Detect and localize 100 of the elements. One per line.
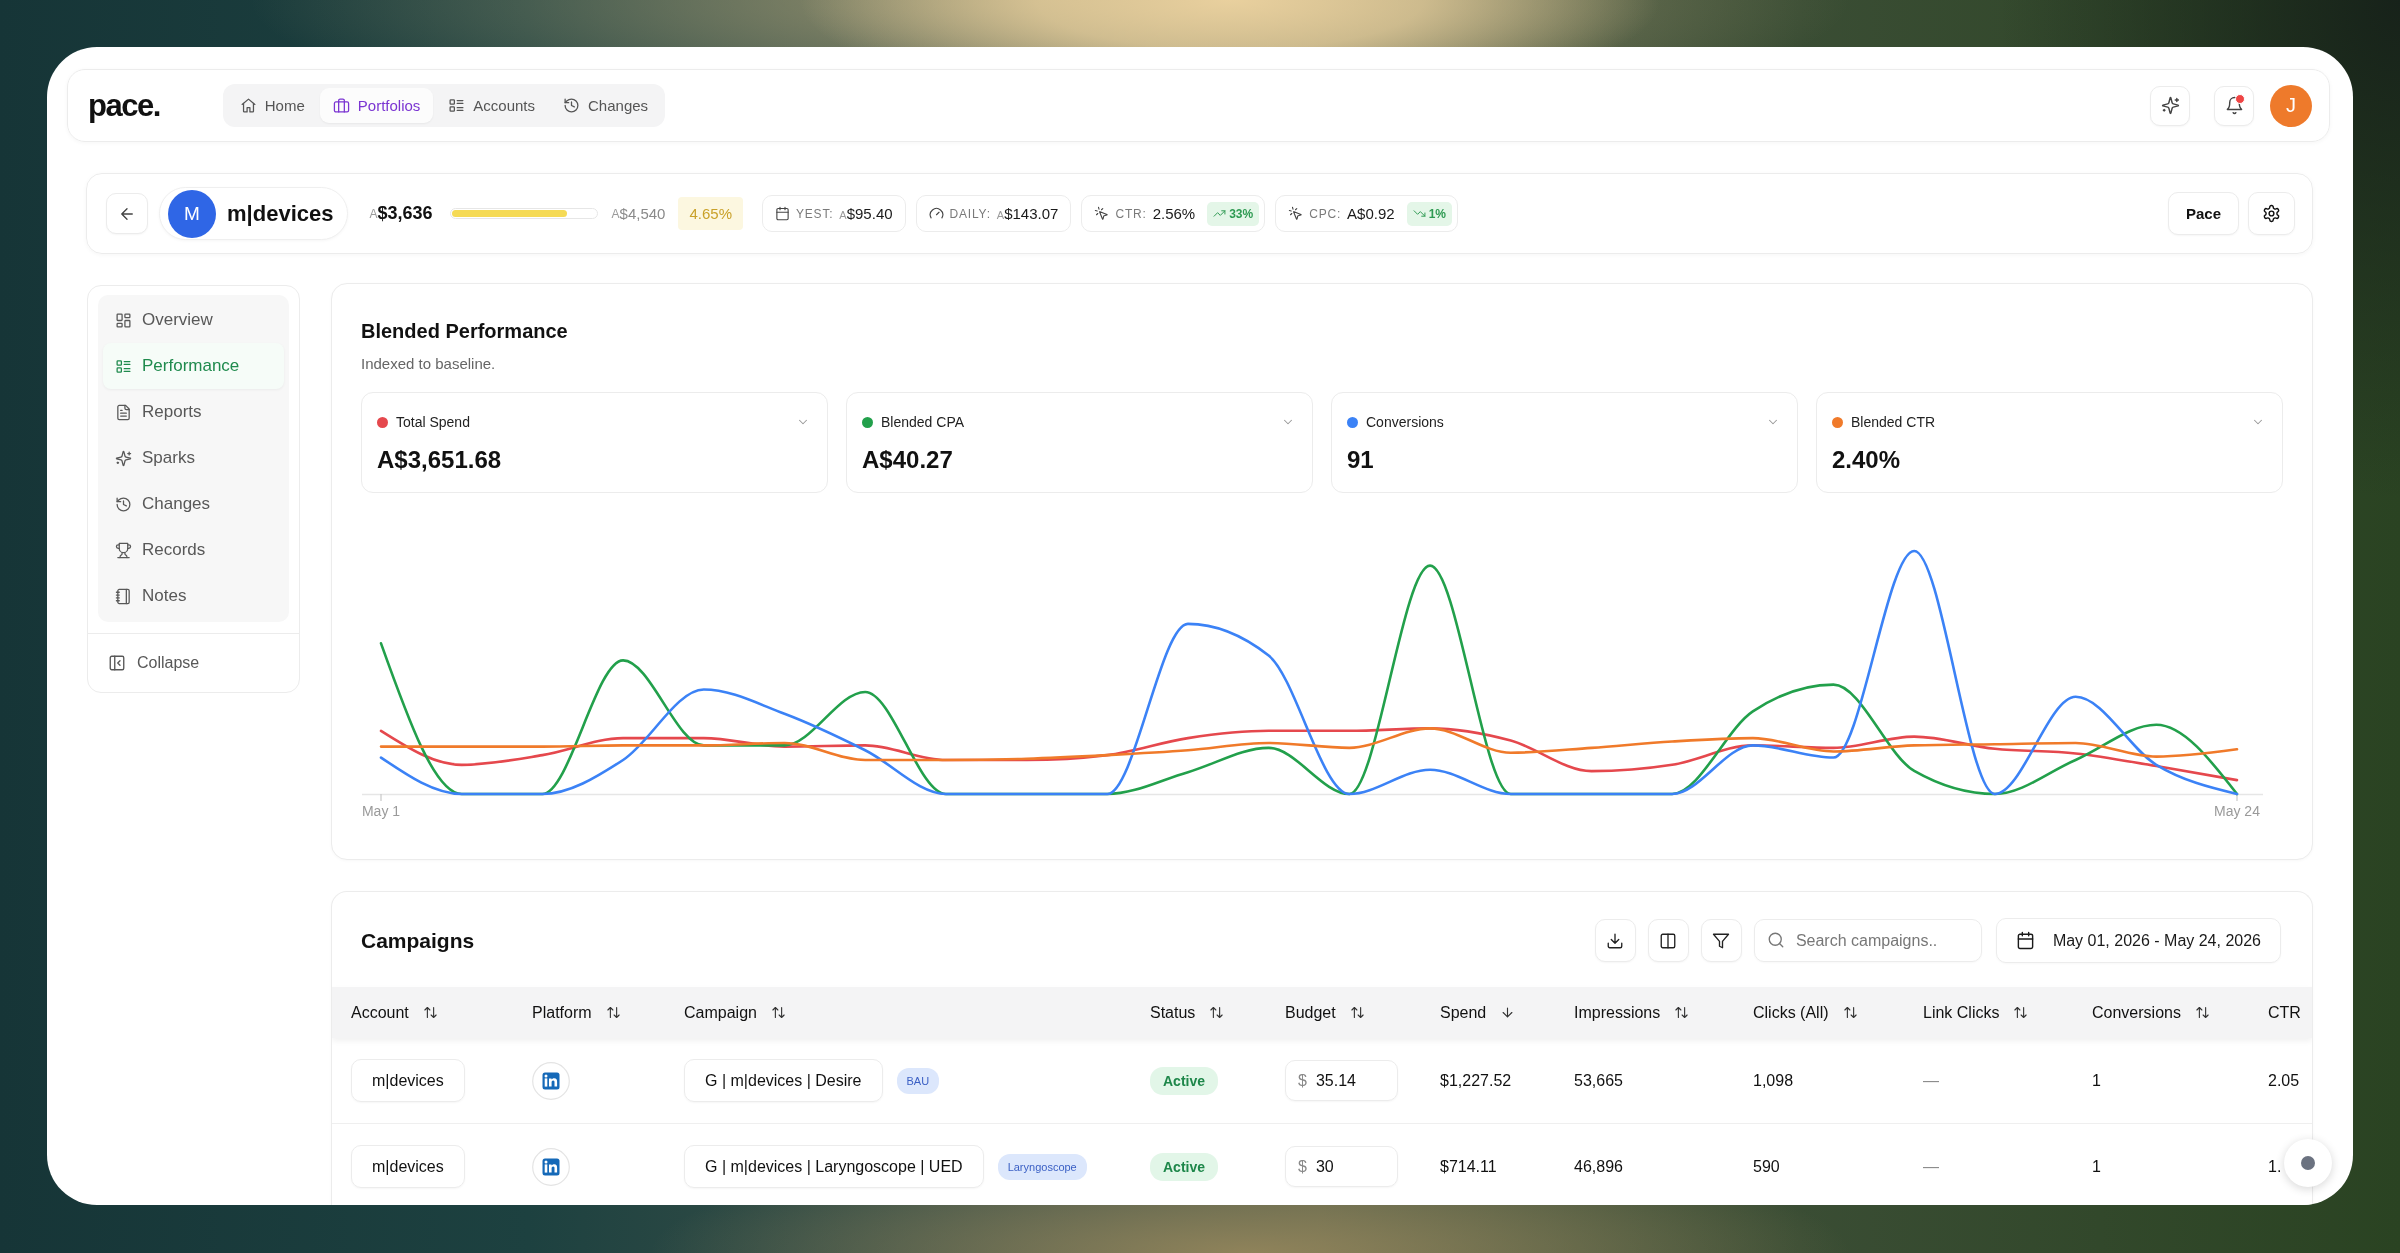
list-icon [448, 97, 466, 114]
column-header[interactable]: Spend [1440, 1003, 1516, 1022]
section-title: Campaigns [361, 928, 475, 953]
table-cell: — [1923, 1071, 1939, 1090]
stat-label: CPC: [1309, 206, 1342, 221]
table-cell: 1,098 [1753, 1071, 1794, 1090]
trend-up-icon [1213, 207, 1227, 220]
table-cell: — [1923, 1157, 1939, 1176]
download-icon [1606, 931, 1625, 950]
table-cell: 1. [2268, 1157, 2282, 1176]
stat-value: $95.40 [846, 205, 893, 222]
sidebar-item[interactable]: Records [103, 527, 284, 573]
sidebar-item[interactable]: Performance [103, 343, 284, 389]
campaign-name[interactable]: G | m|devices | Laryngoscope | UED [684, 1145, 984, 1188]
stat-label: DAILY: [949, 206, 991, 221]
briefcase-icon [332, 97, 350, 114]
budget-field[interactable]: $ 35.14 [1285, 1060, 1398, 1101]
stat-label: CTR: [1115, 206, 1147, 221]
table-cell: $714.11 [1440, 1157, 1497, 1176]
sidebar-item[interactable]: Notes [103, 573, 284, 619]
metric-label: Blended CTR [1851, 414, 1936, 430]
column-header[interactable]: Impressions [1574, 1003, 1690, 1022]
axis-label: May 1 [361, 803, 401, 819]
collapse-button[interactable]: Collapse [88, 633, 299, 692]
currency-prefix: A [839, 209, 847, 221]
campaign-tag: BAU [896, 1067, 940, 1094]
table-cell: 2.05 [2268, 1071, 2300, 1090]
sort-icon [1209, 1005, 1225, 1020]
gauge-icon [928, 206, 944, 221]
document-icon [115, 403, 132, 421]
column-header[interactable]: Account [351, 1003, 438, 1022]
column-header[interactable]: CTR [2268, 1003, 2301, 1022]
pace-button[interactable]: Pace [2167, 192, 2239, 235]
download-button[interactable] [1594, 919, 1636, 962]
metric-card[interactable]: Blended CTR 2.40% [1816, 392, 2283, 493]
back-button[interactable] [106, 193, 148, 234]
columns-button[interactable] [1647, 919, 1689, 962]
column-header[interactable]: Clicks (All) [1753, 1003, 1858, 1022]
portfolio-selector[interactable]: M m|devices [159, 187, 349, 240]
sort-icon [770, 1005, 786, 1020]
sidebar-item[interactable]: Reports [103, 389, 284, 435]
logo[interactable]: pace. [88, 90, 160, 121]
sidebar-item[interactable]: Sparks [103, 435, 284, 481]
list-icon [115, 357, 132, 375]
column-header[interactable]: Conversions [2092, 1003, 2210, 1022]
currency-prefix: A [611, 206, 620, 221]
columns-icon [1659, 931, 1678, 950]
account-name[interactable]: m|devices [351, 1145, 465, 1188]
calendar-icon [775, 206, 790, 221]
settings-icon [2262, 204, 2281, 223]
budget-field[interactable]: $ 30 [1285, 1146, 1398, 1187]
settings-button[interactable] [2248, 192, 2295, 235]
dot-icon [2301, 1156, 2315, 1170]
axis-label: May 24 [2214, 803, 2260, 819]
nav-tab[interactable]: Changes [550, 88, 662, 123]
metric-card[interactable]: Conversions 91 [1331, 392, 1798, 493]
campaign-name[interactable]: G | m|devices | Desire [684, 1059, 883, 1102]
history-icon [115, 495, 132, 513]
table-cell: 1 [2092, 1071, 2101, 1090]
history-icon [563, 97, 581, 114]
metric-value: 91 [1347, 445, 1375, 475]
bell-icon [2224, 96, 2244, 115]
column-header[interactable]: Budget [1285, 1003, 1365, 1022]
account-name[interactable]: m|devices [351, 1059, 465, 1102]
budget-value: $4,540 [619, 205, 666, 222]
campaign-status: Active [1150, 1152, 1219, 1181]
trend-down-icon [1412, 207, 1426, 220]
search-field[interactable]: Search campaigns.. [1753, 919, 1982, 962]
filter-button[interactable] [1700, 919, 1742, 962]
cursor-click-icon [1094, 206, 1110, 221]
sparkles-button[interactable] [2150, 85, 2190, 126]
sort-icon [2194, 1005, 2210, 1020]
sort-icon [1842, 1005, 1858, 1020]
column-header[interactable]: Status [1150, 1003, 1225, 1022]
nav-tab[interactable]: Accounts [435, 88, 549, 123]
sidebar-item[interactable]: Overview [103, 297, 284, 343]
currency-prefix: A [369, 206, 378, 221]
spend-value: $3,636 [377, 203, 433, 224]
campaign-status: Active [1150, 1066, 1219, 1095]
nav-tab[interactable]: Portfolios [319, 88, 434, 123]
sparkles-icon [2160, 96, 2180, 115]
column-header[interactable]: Link Clicks [1923, 1003, 2029, 1022]
sparkles-icon [115, 449, 132, 467]
currency-prefix: A [996, 209, 1005, 221]
filter-icon [1712, 931, 1731, 950]
sidebar-item[interactable]: Changes [103, 481, 284, 527]
column-header[interactable]: Platform [532, 1003, 621, 1022]
date-range-button[interactable]: May 01, 2026 - May 24, 2026 [1995, 918, 2281, 963]
column-header[interactable]: Campaign [684, 1003, 786, 1022]
metric-card[interactable]: Blended CPA A$40.27 [846, 392, 1313, 493]
home-icon [239, 97, 257, 114]
metric-card[interactable]: Total Spend A$3,651.68 [361, 392, 828, 493]
trophy-icon [115, 541, 132, 559]
section-title: Blended Performance [361, 319, 569, 343]
notifications-button[interactable] [2214, 85, 2254, 126]
nav-tab[interactable]: Home [226, 88, 318, 123]
table-cell: 1 [2092, 1157, 2101, 1176]
stat-value: $143.07 [1004, 205, 1059, 222]
floating-button[interactable] [2284, 1139, 2332, 1187]
change-percent: 1% [1428, 206, 1446, 221]
